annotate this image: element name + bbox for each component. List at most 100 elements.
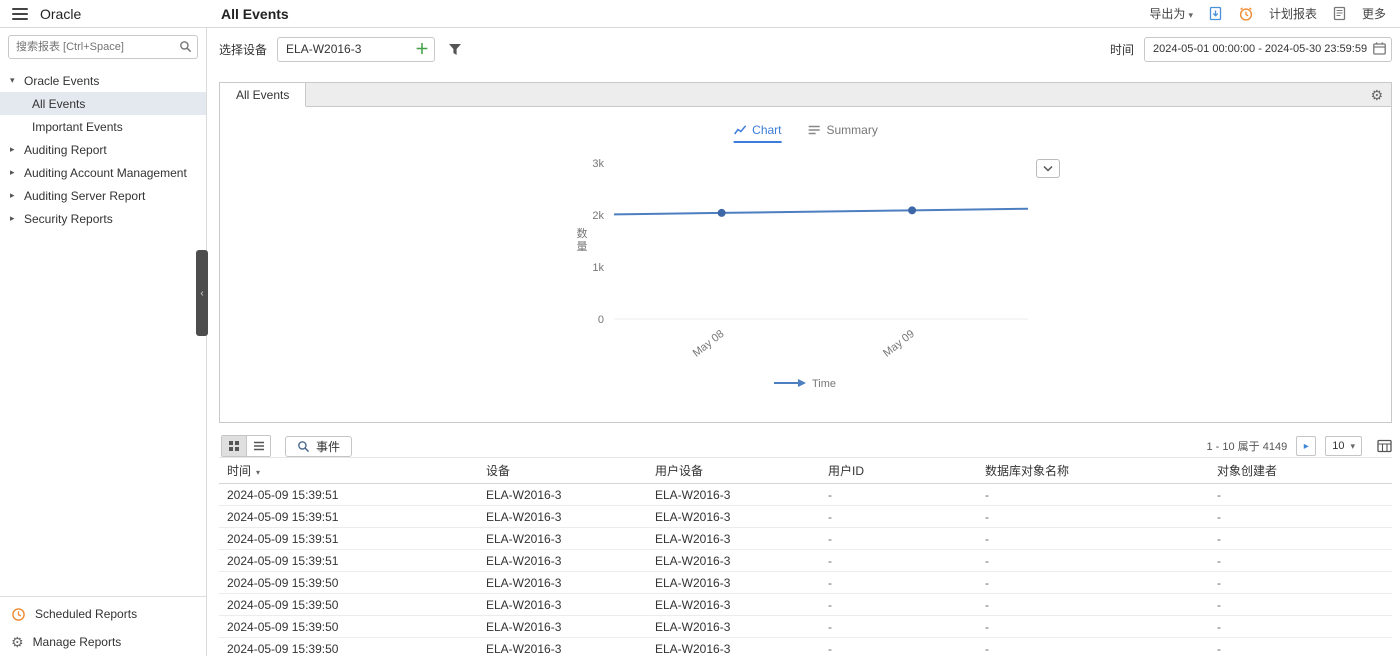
table-row[interactable]: 2024-05-09 15:39:50 ELA-W2016-3 ELA-W2016-… [219, 637, 1392, 656]
page-title: All Events [221, 5, 289, 22]
table-cell: ELA-W2016-3 [478, 549, 647, 572]
table-cell: - [1209, 571, 1392, 594]
svg-text:Time: Time [812, 378, 836, 390]
table-cell: 2024-05-09 15:39:51 [219, 505, 478, 528]
tree-item-important-events[interactable]: Important Events [0, 115, 206, 138]
table-cell: - [820, 549, 977, 572]
alarm-icon[interactable] [1238, 6, 1254, 22]
table-cell: ELA-W2016-3 [478, 483, 647, 506]
chevron-down-icon: ▾ [1188, 10, 1193, 20]
sidebar-item-manage-reports[interactable]: ⚙ Manage Reports [0, 628, 206, 656]
report-search-input[interactable] [8, 35, 198, 59]
table-cell: - [1209, 637, 1392, 656]
app-window: Oracle All Events 导出为 ▾ 计划报表 更多 搜索报表 [Ct… [0, 0, 1400, 656]
export-file-icon[interactable] [1208, 6, 1223, 21]
event-search-button[interactable]: 事件 [285, 435, 353, 457]
table-columns-icon[interactable] [1377, 439, 1392, 453]
tree-item-label: Auditing Server Report [24, 188, 146, 203]
table-cell: 2024-05-09 15:39:50 [219, 571, 478, 594]
table-cell: ELA-W2016-3 [478, 593, 647, 616]
filter-icon[interactable] [447, 42, 463, 57]
chart-panel: Chart Summary 3k 2k 1k 0 数量 May 08 May 09 Time [219, 107, 1392, 423]
tree-item-auditing-server-report[interactable]: ▸ Auditing Server Report [0, 184, 206, 207]
table-cell: 2024-05-09 15:39:50 [219, 615, 478, 638]
table-cell: ELA-W2016-3 [647, 593, 820, 616]
svg-text:3k: 3k [592, 158, 604, 170]
hamburger-menu-icon[interactable] [12, 7, 28, 20]
table-cell: ELA-W2016-3 [478, 615, 647, 638]
sidebar-collapse-handle[interactable]: ‹ [196, 250, 208, 336]
time-label: 时间 [1109, 42, 1134, 57]
caret-down-icon: ▾ [10, 75, 15, 85]
table-cell: - [820, 505, 977, 528]
content-tab-strip: All Events ⚙ [219, 82, 1392, 107]
grid-view-button[interactable] [222, 436, 246, 456]
tab-chart[interactable]: Chart [733, 123, 782, 143]
panel-settings-gear-icon[interactable]: ⚙ [1370, 83, 1383, 108]
table-cell: ELA-W2016-3 [647, 483, 820, 506]
tab-summary[interactable]: Summary [808, 123, 878, 143]
events-table-header: 时间 ▾ 设备 用户设备 用户ID 数据库对象名称 对象创建者 [219, 457, 1392, 484]
page-size-dropdown[interactable]: 10 ▾ [1325, 436, 1362, 456]
app-title: Oracle [40, 5, 82, 22]
tree-item-label: All Events [32, 96, 86, 111]
chart-expand-button[interactable] [1035, 159, 1060, 178]
table-cell: 2024-05-09 15:39:51 [219, 549, 478, 572]
report-search [8, 35, 198, 59]
add-device-icon[interactable]: ＋ [415, 40, 429, 58]
events-table: 时间 ▾ 设备 用户设备 用户ID 数据库对象名称 对象创建者 2024-05-0… [219, 457, 1392, 656]
table-row[interactable]: 2024-05-09 15:39:51 ELA-W2016-3 ELA-W2016-… [219, 527, 1392, 550]
table-cell: - [977, 527, 1209, 550]
report-doc-icon[interactable] [1332, 6, 1347, 21]
tree-item-auditing-account-management[interactable]: ▸ Auditing Account Management [0, 161, 206, 184]
scheduled-report-link[interactable]: 计划报表 [1269, 5, 1317, 22]
clock-icon [11, 607, 26, 622]
svg-text:量: 量 [576, 240, 587, 253]
column-header-object-creator: 对象创建者 [1209, 457, 1392, 484]
calendar-icon[interactable] [1372, 41, 1387, 56]
list-view-button[interactable] [246, 436, 270, 456]
table-cell: - [1209, 527, 1392, 550]
svg-text:0: 0 [597, 314, 603, 326]
table-row[interactable]: 2024-05-09 15:39:51 ELA-W2016-3 ELA-W2016-… [219, 549, 1392, 572]
pagination-text: 1 - 10 属于 4149 [1206, 441, 1288, 453]
device-picker: ＋ [277, 36, 436, 62]
tab-all-events[interactable]: All Events [220, 83, 307, 107]
device-select-label: 选择设备 [219, 42, 268, 57]
sidebar-item-scheduled-reports[interactable]: Scheduled Reports [0, 600, 206, 628]
tree-item-label: Auditing Report [24, 142, 107, 157]
report-tree: ▾ Oracle Events All Events Important Eve… [0, 69, 206, 230]
tree-item-all-events[interactable]: All Events [0, 92, 206, 115]
device-input[interactable] [277, 36, 436, 62]
table-row[interactable]: 2024-05-09 15:39:51 ELA-W2016-3 ELA-W2016-… [219, 483, 1392, 506]
tree-item-auditing-report[interactable]: ▸ Auditing Report [0, 138, 206, 161]
table-cell: - [820, 483, 977, 506]
tree-item-oracle-events[interactable]: ▾ Oracle Events [0, 69, 206, 92]
table-row[interactable]: 2024-05-09 15:39:50 ELA-W2016-3 ELA-W2016-… [219, 571, 1392, 594]
table-cell: 2024-05-09 15:39:50 [219, 593, 478, 616]
svg-text:1k: 1k [592, 262, 604, 274]
search-icon[interactable] [179, 40, 192, 53]
table-cell: - [1209, 593, 1392, 616]
sidebar-footer: Scheduled Reports ⚙ Manage Reports [0, 596, 206, 656]
list-icon [253, 441, 264, 451]
more-menu[interactable]: 更多 [1362, 5, 1386, 22]
next-page-button[interactable]: ▸ [1296, 436, 1317, 456]
sidebar: ▾ Oracle Events All Events Important Eve… [0, 28, 207, 656]
tree-item-security-reports[interactable]: ▸ Security Reports [0, 207, 206, 230]
caret-right-icon: ▸ [10, 144, 15, 154]
tree-item-label: Oracle Events [24, 73, 100, 88]
date-range-input[interactable] [1144, 36, 1392, 62]
export-as-menu[interactable]: 导出为 ▾ [1149, 5, 1193, 22]
table-row[interactable]: 2024-05-09 15:39:50 ELA-W2016-3 ELA-W2016-… [219, 593, 1392, 616]
events-table-body: 2024-05-09 15:39:51 ELA-W2016-3 ELA-W2016-… [219, 483, 1392, 656]
topbar: Oracle All Events 导出为 ▾ 计划报表 更多 [0, 0, 1400, 28]
table-row[interactable]: 2024-05-09 15:39:51 ELA-W2016-3 ELA-W2016-… [219, 505, 1392, 528]
table-cell: 2024-05-09 15:39:51 [219, 527, 478, 550]
table-row[interactable]: 2024-05-09 15:39:50 ELA-W2016-3 ELA-W2016-… [219, 615, 1392, 638]
column-header-time[interactable]: 时间 ▾ [219, 457, 478, 484]
gear-icon: ⚙ [11, 634, 24, 650]
table-cell: - [820, 571, 977, 594]
table-cell: - [1209, 483, 1392, 506]
topbar-main: All Events 导出为 ▾ 计划报表 更多 [207, 5, 1400, 22]
